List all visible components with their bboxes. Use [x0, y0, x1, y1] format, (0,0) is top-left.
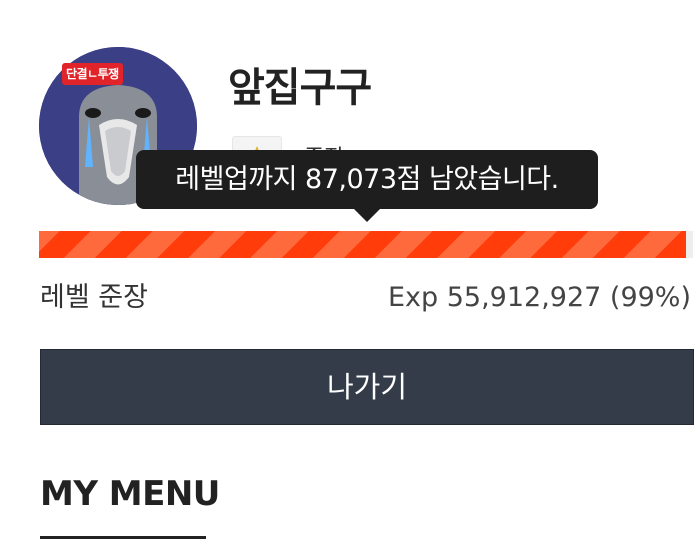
exp-label: Exp 55,912,927 (99%) [387, 282, 691, 313]
my-menu-title: MY MENU [40, 474, 220, 514]
levelup-tooltip: 레벨업까지 87,073점 남았습니다. [136, 150, 598, 209]
level-label: 레벨 준장 [40, 282, 148, 313]
exp-progress-fill [39, 231, 687, 258]
exit-button[interactable]: 나가기 [40, 349, 694, 425]
profile-page: 단결ㄴ투쟁 앞집구구 준장 레벨업까지 87,073점 남았습니다. 레벨 준장… [0, 0, 695, 551]
tooltip-arrow [353, 208, 381, 222]
nickname: 앞집구구 [228, 65, 372, 111]
avatar-headband-text: 단결ㄴ투쟁 [62, 63, 123, 85]
exp-progress-bar [39, 231, 693, 258]
my-menu-underline [40, 536, 206, 539]
